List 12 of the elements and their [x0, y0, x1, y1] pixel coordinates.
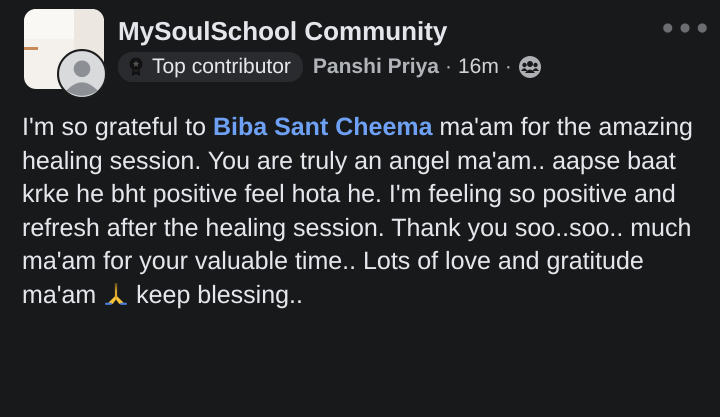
separator: · — [504, 55, 512, 79]
author-name[interactable]: Panshi Priya — [312, 55, 439, 79]
avatar-icon[interactable] — [57, 49, 107, 99]
group-audience-icon — [518, 55, 542, 79]
post-time[interactable]: 16m — [458, 55, 499, 79]
more-options-icon[interactable] — [662, 22, 708, 34]
group-name[interactable]: MySoulSchool Community — [118, 15, 662, 47]
award-icon — [128, 57, 144, 77]
separator: · — [444, 55, 452, 79]
badge-label: Top contributor — [152, 55, 291, 79]
post-text: I'm so grateful to Biba Sant Cheema ma'am for the amazing healing session. You are truly an angel ma'am.. aapse baat krke he bht positive feel hota he. I'm feeling so positive and refresh after the healing session. Thank you soo..soo.. much ma'am for your valuable time.. Lots of love and gratitude ma'am keep blessing.. — [22, 112, 694, 310]
mention-link[interactable]: Biba Sant Cheema — [212, 113, 432, 141]
